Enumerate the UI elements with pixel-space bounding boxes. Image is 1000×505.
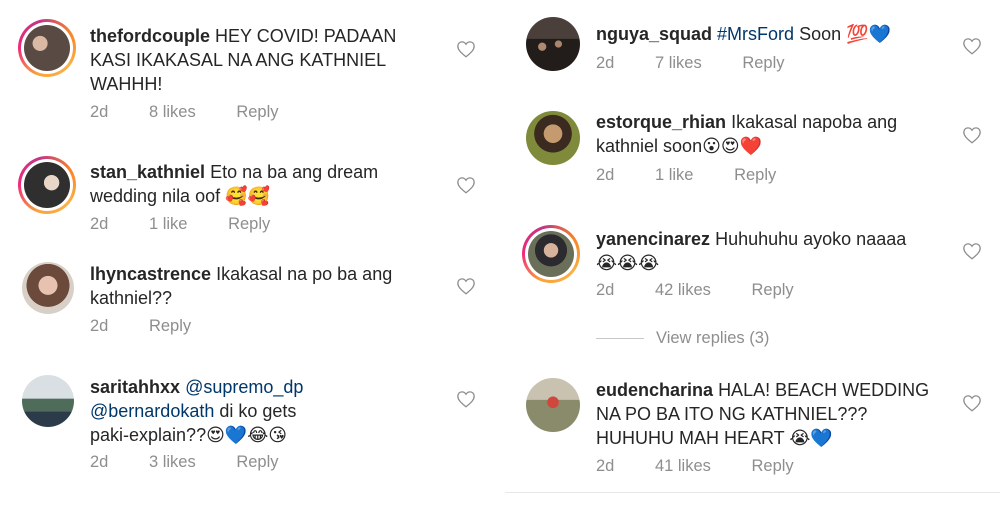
reply-button[interactable]: Reply [752,281,794,299]
comments-column-right: nguya_squad #MrsFord Soon 💯💙 2d 7 likes … [500,0,1000,505]
reply-button[interactable]: Reply [742,54,784,72]
heart-icon[interactable] [456,40,476,58]
comment-username[interactable]: nguya_squad [596,24,712,44]
comment-meta: 2d 42 likes Reply [596,281,794,300]
comment-likes[interactable]: 8 likes [149,103,196,121]
avatar[interactable] [22,375,74,427]
comment-likes[interactable]: 42 likes [655,281,711,299]
comment-username[interactable]: yanencinarez [596,229,710,249]
mention-link[interactable]: @supremo_dp [185,377,303,397]
comment-text: yanencinarez Huhuhuhu ayoko naaaa 😭😭😭 [596,229,907,273]
mention-link[interactable]: @bernardokath [90,401,214,421]
comment-meta: 2d 3 likes Reply [90,453,279,472]
comment-text: lhyncastrence Ikakasal na po ba ang kath… [90,264,393,308]
comment-text: saritahhxx @supremo_dp @bernardokath di … [90,377,304,445]
comment-meta: 2d 41 likes Reply [596,457,794,476]
comment-time: 2d [90,215,109,233]
avatar[interactable] [522,225,580,283]
reply-button[interactable]: Reply [236,453,278,471]
heart-icon[interactable] [456,390,476,408]
comment-text: thefordcouple HEY COVID! PADAAN KASI IKA… [90,26,397,94]
comment-username[interactable]: eudencharina [596,380,713,400]
heart-icon[interactable] [456,277,476,295]
comment-meta: 2d Reply [90,317,191,336]
comment-time: 2d [596,54,615,72]
comment-meta: 2d 1 like Reply [90,215,270,234]
comment-meta: 2d 8 likes Reply [90,103,279,122]
reply-button[interactable]: Reply [149,317,191,335]
view-replies-button[interactable]: View replies (3) [596,329,769,348]
reply-button[interactable]: Reply [752,457,794,475]
comment-time: 2d [90,453,109,471]
comment-username[interactable]: lhyncastrence [90,264,211,284]
heart-icon[interactable] [456,176,476,194]
comment-likes[interactable]: 7 likes [655,54,702,72]
reply-button[interactable]: Reply [236,103,278,121]
avatar[interactable] [526,378,580,432]
comment-meta: 2d 1 like Reply [596,166,776,185]
comments-column-left: thefordcouple HEY COVID! PADAAN KASI IKA… [0,0,500,505]
heart-icon[interactable] [962,394,982,412]
comment-time: 2d [90,317,109,335]
comment-username[interactable]: estorque_rhian [596,112,726,132]
reply-button[interactable]: Reply [228,215,270,233]
view-replies-divider [596,338,644,340]
comment-text: stan_kathniel Eto na ba ang dream weddin… [90,162,379,206]
heart-icon[interactable] [962,242,982,260]
comment-username[interactable]: stan_kathniel [90,162,205,182]
reply-button[interactable]: Reply [734,166,776,184]
heart-icon[interactable] [962,126,982,144]
comment-username[interactable]: thefordcouple [90,26,210,46]
avatar[interactable] [526,17,580,71]
comment-time: 2d [90,103,109,121]
comment-text: nguya_squad #MrsFord Soon 💯💙 [596,24,891,44]
divider [505,492,1000,493]
comment-time: 2d [596,281,615,299]
comment-text: eudencharina HALA! BEACH WEDDING NA PO B… [596,380,930,448]
comment-time: 2d [596,457,615,475]
comment-likes[interactable]: 1 like [655,166,694,184]
avatar[interactable] [22,262,74,314]
avatar[interactable] [18,156,76,214]
hashtag-link[interactable]: #MrsFord [717,24,794,44]
avatar[interactable] [526,111,580,165]
comment-likes[interactable]: 41 likes [655,457,711,475]
comment-likes[interactable]: 3 likes [149,453,196,471]
comment-username[interactable]: saritahhxx [90,377,180,397]
comment-meta: 2d 7 likes Reply [596,54,785,73]
comment-text: estorque_rhian Ikakasal napoba ang kathn… [596,112,898,156]
comments-screenshot: thefordcouple HEY COVID! PADAAN KASI IKA… [0,0,1000,505]
heart-icon[interactable] [962,37,982,55]
avatar[interactable] [18,19,76,77]
comment-time: 2d [596,166,615,184]
comment-likes[interactable]: 1 like [149,215,188,233]
